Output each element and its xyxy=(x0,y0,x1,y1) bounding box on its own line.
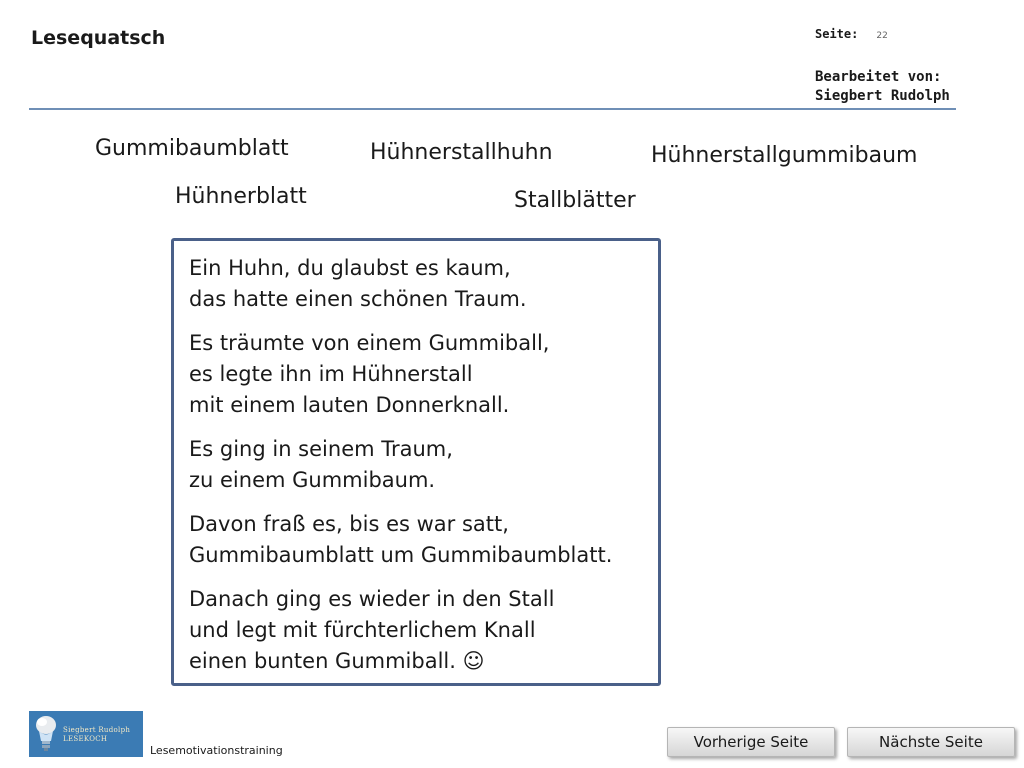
app-title: Lesequatsch xyxy=(31,27,166,49)
poem-stanza: Es ging in seinem Traum, zu einem Gummib… xyxy=(189,434,646,496)
poem-line: Davon fraß es, bis es war satt, xyxy=(189,512,509,536)
page-label: Seite: xyxy=(815,27,859,41)
page-number: 22 xyxy=(876,31,888,41)
poem-line: Es ging in seinem Traum, xyxy=(189,437,453,461)
poem-line: Es träumte von einem Gummiball, xyxy=(189,331,550,355)
poem-stanza: Danach ging es wieder in den Stall und l… xyxy=(189,584,646,677)
header-divider xyxy=(29,108,956,110)
page-meta: Seite: 22 Bearbeitet von: Siegbert Rudol… xyxy=(815,27,950,104)
poem-stanza: Es träumte von einem Gummiball, es legte… xyxy=(189,328,646,421)
word-item: Gummibaumblatt xyxy=(95,136,289,161)
poem-stanza: Davon fraß es, bis es war satt, Gummibau… xyxy=(189,509,646,571)
next-page-button[interactable]: Nächste Seite xyxy=(847,727,1015,757)
poem-line: und legt mit fürchterlichem Knall xyxy=(189,618,536,642)
poem-stanza: Ein Huhn, du glaubst es kaum, das hatte … xyxy=(189,253,646,315)
poem-line: es legte ihn im Hühnerstall xyxy=(189,362,473,386)
poem-line: Ein Huhn, du glaubst es kaum, xyxy=(189,256,511,280)
poem-line: das hatte einen schönen Traum. xyxy=(189,287,527,311)
poem-line: einen bunten Gummiball. ☺ xyxy=(189,649,485,673)
word-item: Hühnerblatt xyxy=(175,184,307,209)
author-name: Siegbert Rudolph xyxy=(815,88,950,105)
lesekoch-logo: Siegbert Rudolph LESEKOCH xyxy=(29,711,143,757)
footer-label: Lesemotivationstraining xyxy=(150,744,283,757)
previous-page-button[interactable]: Vorherige Seite xyxy=(667,727,835,757)
word-item: Stallblätter xyxy=(514,188,636,213)
edited-by: Bearbeitet von: Siegbert Rudolph xyxy=(815,68,950,107)
slide-page: Lesequatsch Seite: 22 Bearbeitet von: Si… xyxy=(0,0,1024,768)
poem-line: Danach ging es wieder in den Stall xyxy=(189,587,555,611)
word-item: Hühnerstallhuhn xyxy=(370,140,553,165)
poem-line: zu einem Gummibaum. xyxy=(189,468,436,492)
edited-by-label: Bearbeitet von: xyxy=(815,69,942,85)
word-item: Hühnerstallgummibaum xyxy=(651,143,918,168)
poem-line: mit einem lauten Donnerknall. xyxy=(189,393,510,417)
lightbulb-icon xyxy=(36,716,56,751)
poem-box: Ein Huhn, du glaubst es kaum, das hatte … xyxy=(171,238,661,686)
logo-text: Siegbert Rudolph LESEKOCH xyxy=(63,726,131,743)
poem-line: Gummibaumblatt um Gummibaumblatt. xyxy=(189,543,613,567)
